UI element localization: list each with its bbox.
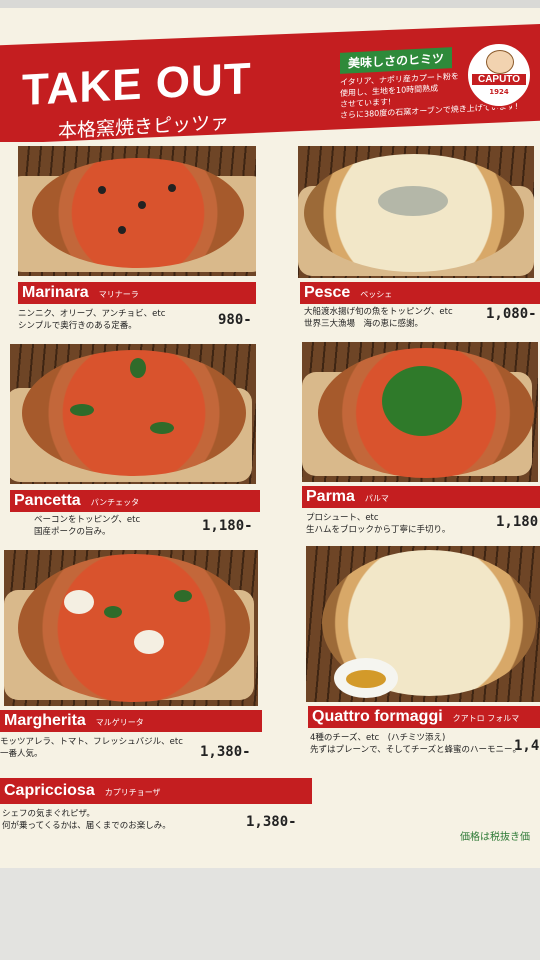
pancetta-photo — [10, 344, 256, 484]
pancetta-price: 1,180- — [202, 518, 253, 534]
pancetta-label: Pancetta パンチェッタ — [10, 490, 260, 512]
marinara-desc: ニンニク、オリーブ、アンチョビ、etc シンプルで奥行きのある定番。 — [18, 309, 166, 331]
parma-label: Parma パルマ — [302, 486, 540, 508]
chef-icon — [486, 50, 514, 74]
margherita-price: 1,380- — [200, 744, 251, 760]
pesce-photo — [298, 146, 534, 278]
marinara-photo — [18, 146, 256, 276]
capricciosa-label: Capricciosa カプリチョーザ — [0, 778, 312, 804]
tax-footnote: 価格は税抜き価 — [460, 832, 530, 843]
pesce-price: 1,080- — [486, 306, 537, 322]
capricciosa-price: 1,380- — [246, 814, 297, 830]
quattro-formaggi-desc: 4種のチーズ、etc (ハチミツ添え) 先ずはプレーンで、そしてチーズと蜂蜜のハー… — [310, 733, 521, 755]
table-surface — [0, 868, 540, 960]
caputo-logo: CAPUTO 1924 — [466, 42, 532, 108]
parma-price: 1,180 — [496, 514, 539, 530]
marinara-price: 980- — [218, 312, 252, 328]
margherita-desc: モッツアレラ、トマト、フレッシュバジル、etc 一番人気。 — [0, 737, 183, 759]
pesce-label: Pesce ペッシェ — [300, 282, 540, 304]
quattro-formaggi-photo — [306, 546, 540, 702]
parma-desc: プロシュート、etc 生ハムをブロックから丁寧に手切り。 — [306, 513, 451, 535]
marinara-label: Marinara マリナーラ — [18, 282, 256, 304]
pancetta-desc: ベーコンをトッピング、etc 国産ポークの旨み。 — [34, 515, 141, 537]
parma-photo — [302, 342, 538, 482]
pesce-desc: 大船渡水揚げ旬の魚をトッピング、etc 世界三大漁場 海の恵に感謝。 — [304, 307, 453, 329]
quattro-formaggi-price: 1,4 — [514, 738, 540, 754]
margherita-label: Margherita マルゲリータ — [0, 710, 262, 732]
menu-sheet: TAKE OUT 本格窯焼きピッツァ 美味しさのヒミツ イタリア、ナポリ産カプー… — [0, 8, 540, 868]
quattro-formaggi-label: Quattro formaggi クアトロ フォルマ — [308, 706, 540, 728]
capricciosa-desc: シェフの気まぐれピザ。 何が乗ってくるかは、届くまでのお楽しみ。 — [2, 809, 171, 831]
margherita-photo — [4, 550, 258, 706]
